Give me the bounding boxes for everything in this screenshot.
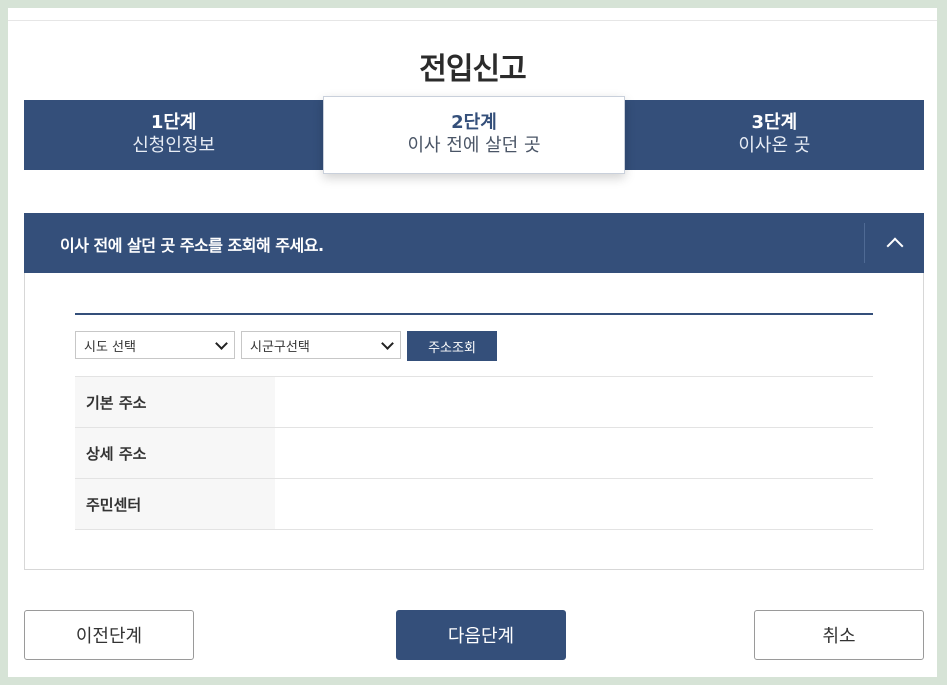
address-table: 기본 주소 상세 주소 주민센터 [75,376,873,530]
step-number: 2단계 [451,112,497,133]
page-frame: 전입신고 1단계 신청인정보 2단계 이사 전에 살던 곳 3단계 이사온 곳 … [8,8,937,677]
chevron-down-icon [215,336,228,350]
table-row: 상세 주소 [75,428,873,479]
row-value [275,377,873,427]
step-1: 1단계 신청인정보 [24,100,323,170]
row-label: 상세 주소 [75,428,275,478]
table-row: 주민센터 [75,479,873,530]
sido-select-value: 시도 선택 [84,339,136,355]
address-search-controls: 시도 선택 시군구선택 주소조회 [75,331,497,361]
step-number: 3단계 [751,112,798,133]
chevron-down-icon [381,336,394,350]
sigungu-select-value: 시군구선택 [250,339,310,355]
row-label: 주민센터 [75,479,275,529]
row-value [275,479,873,529]
address-panel: 이사 전에 살던 곳 주소를 조회해 주세요. 시도 선택 시군구선택 주소조회… [24,213,924,570]
next-step-button[interactable]: 다음단계 [396,610,566,660]
step-number: 1단계 [150,112,197,133]
step-label: 이사 전에 살던 곳 [407,135,541,156]
panel-header: 이사 전에 살던 곳 주소를 조회해 주세요. [24,213,924,273]
panel-heading: 이사 전에 살던 곳 주소를 조회해 주세요. [60,236,324,255]
sigungu-select[interactable]: 시군구선택 [241,331,401,359]
top-divider [8,20,937,21]
step-indicator: 1단계 신청인정보 2단계 이사 전에 살던 곳 3단계 이사온 곳 [24,96,924,174]
address-search-button[interactable]: 주소조회 [407,331,497,361]
collapse-toggle-button[interactable] [865,213,924,273]
sido-select[interactable]: 시도 선택 [75,331,235,359]
cancel-button[interactable]: 취소 [754,610,924,660]
step-label: 이사온 곳 [738,135,811,156]
table-row: 기본 주소 [75,377,873,428]
chevron-up-icon [886,237,903,255]
page-title: 전입신고 [419,52,526,87]
previous-step-button[interactable]: 이전단계 [24,610,194,660]
step-3: 3단계 이사온 곳 [625,100,924,170]
row-value [275,428,873,478]
step-2-active: 2단계 이사 전에 살던 곳 [323,96,625,174]
row-label: 기본 주소 [75,377,275,427]
section-rule [75,313,873,315]
step-label: 신청인정보 [132,135,216,156]
